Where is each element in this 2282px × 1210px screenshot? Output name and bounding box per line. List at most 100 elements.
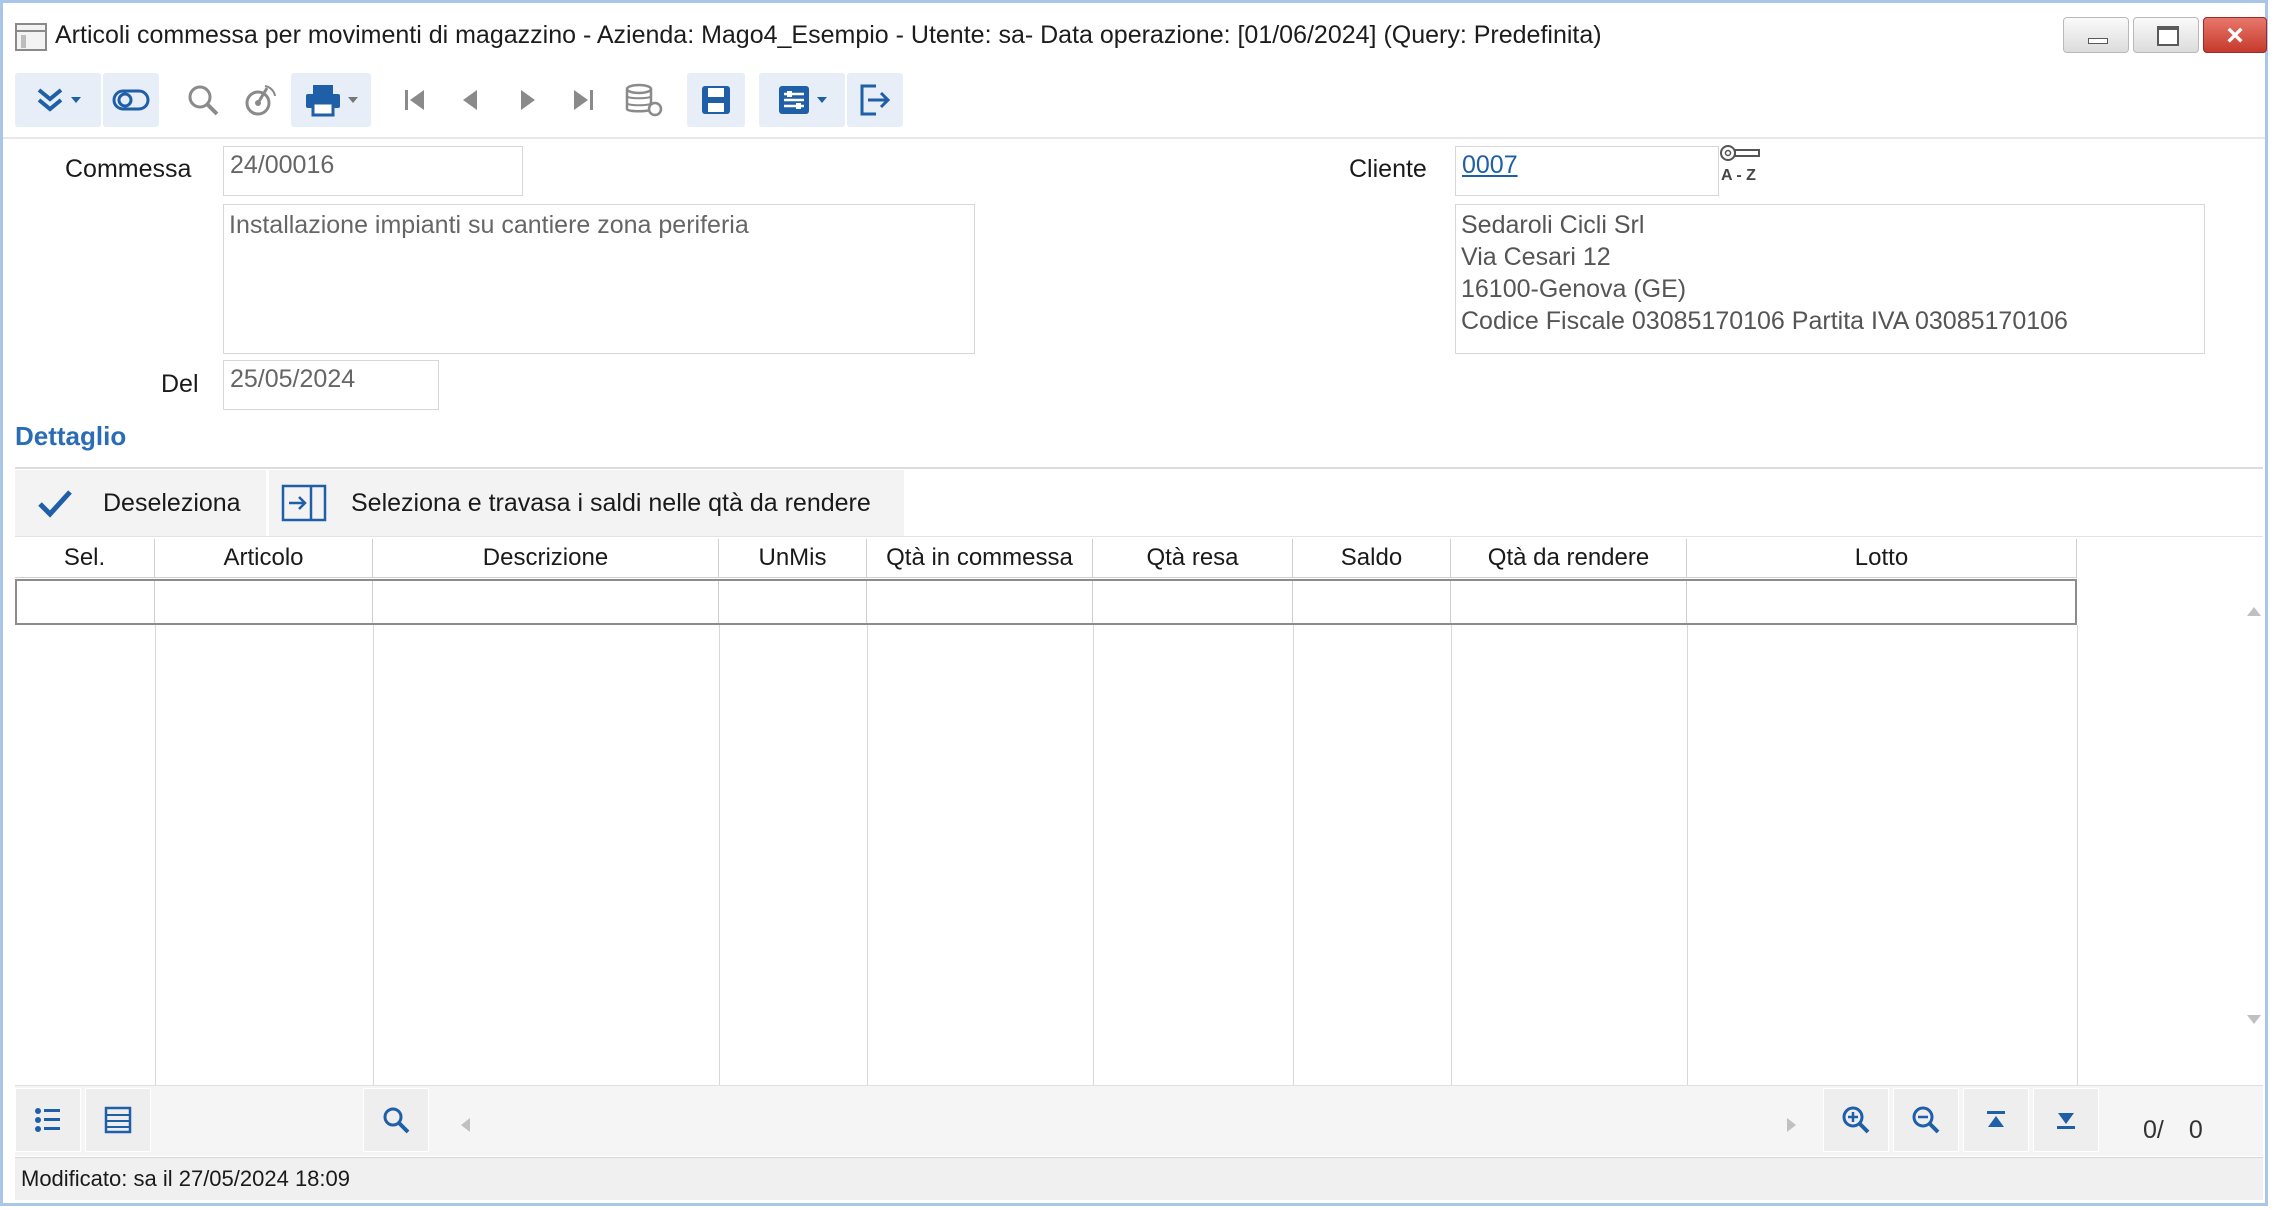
- chevron-down-icon: [348, 97, 358, 103]
- cell-lotto[interactable]: [1687, 581, 2073, 623]
- search-button[interactable]: [175, 73, 231, 127]
- column-divider: [2077, 625, 2078, 1085]
- last-record-button[interactable]: [557, 73, 609, 127]
- scroll-down-arrow[interactable]: [2247, 1015, 2261, 1024]
- main-window: Articoli commessa per movimenti di magaz…: [0, 0, 2268, 1206]
- radar-search-button[interactable]: [233, 73, 289, 127]
- list-details-button[interactable]: [15, 1088, 81, 1152]
- scroll-right-arrow[interactable]: [1787, 1118, 1796, 1132]
- zoom-in-icon: [1842, 1106, 1870, 1134]
- column-divider: [373, 625, 374, 1085]
- column-header-lotto[interactable]: Lotto: [1687, 539, 2077, 577]
- main-toolbar: [3, 67, 2265, 139]
- column-divider: [1451, 625, 1452, 1085]
- select-transfer-button[interactable]: Seleziona e travasa i saldi nelle qtà da…: [269, 470, 905, 536]
- column-header-descrizione[interactable]: Descrizione: [373, 539, 719, 577]
- column-header-qta-commessa[interactable]: Qtà in commessa: [867, 539, 1093, 577]
- column-header-qta-resa[interactable]: Qtà resa: [1093, 539, 1293, 577]
- column-divider: [1687, 625, 1688, 1085]
- go-top-button[interactable]: [1963, 1088, 2029, 1152]
- cell-qta-da-rendere[interactable]: [1451, 581, 1687, 623]
- maximize-button[interactable]: [2133, 17, 2199, 53]
- go-bottom-button[interactable]: [2033, 1088, 2099, 1152]
- next-record-button[interactable]: [501, 73, 553, 127]
- status-text: Modificato: sa il 27/05/2024 18:09: [21, 1166, 351, 1191]
- previous-record-button[interactable]: [445, 73, 497, 127]
- key-az-lookup-icon: [1720, 145, 1760, 161]
- save-button[interactable]: [687, 73, 745, 127]
- previous-record-icon: [463, 90, 477, 110]
- record-counter-total: 0: [2188, 1116, 2203, 1144]
- transfer-icon: [281, 484, 327, 522]
- cell-articolo[interactable]: [155, 581, 373, 623]
- del-label: Del: [161, 370, 199, 398]
- zoom-out-button[interactable]: [1893, 1088, 1959, 1152]
- cell-saldo[interactable]: [1293, 581, 1451, 623]
- last-record-icon: [574, 90, 593, 110]
- del-date-field[interactable]: 25/05/2024: [223, 360, 439, 410]
- print-icon: [306, 85, 340, 117]
- cliente-label: Cliente: [1349, 155, 1427, 183]
- cliente-address-box: Sedaroli Cicli Srl Via Cesari 12 16100-G…: [1455, 204, 2205, 354]
- record-counter: 0/ 0: [2143, 1116, 2203, 1145]
- cell-qta-resa[interactable]: [1093, 581, 1293, 623]
- commessa-description-field[interactable]: Installazione impianti su cantiere zona …: [223, 204, 975, 354]
- deselect-label: Deseleziona: [103, 488, 241, 517]
- table-view-button[interactable]: [85, 1088, 151, 1152]
- exit-button[interactable]: [847, 73, 903, 127]
- column-divider: [867, 625, 868, 1085]
- database-refresh-button[interactable]: [615, 73, 673, 127]
- zoom-in-button[interactable]: [1823, 1088, 1889, 1152]
- search-icon: [188, 85, 219, 116]
- options-button[interactable]: [759, 73, 845, 127]
- radar-search-icon: [245, 85, 276, 116]
- cliente-code-link[interactable]: 0007: [1462, 151, 1518, 179]
- app-window-icon: [15, 23, 47, 51]
- table-view-icon: [104, 1106, 132, 1134]
- column-divider: [155, 625, 156, 1085]
- column-header-qta-da-rendere[interactable]: Qtà da rendere: [1451, 539, 1687, 577]
- grid-footer-toolbar: 0/ 0: [15, 1085, 2263, 1156]
- table-row[interactable]: [15, 579, 2077, 625]
- go-bottom-icon: [2057, 1113, 2075, 1129]
- options-icon: [779, 86, 809, 114]
- column-divider: [1293, 625, 1294, 1085]
- chevron-down-icon: [817, 97, 827, 103]
- cell-unmis[interactable]: [719, 581, 867, 623]
- column-header-sel[interactable]: Sel.: [15, 539, 155, 577]
- column-header-articolo[interactable]: Articolo: [155, 539, 373, 577]
- column-header-unmis[interactable]: UnMis: [719, 539, 867, 577]
- column-header-saldo[interactable]: Saldo: [1293, 539, 1451, 577]
- commessa-label: Commessa: [65, 155, 192, 183]
- expand-menu-button[interactable]: [15, 73, 101, 127]
- detail-grid[interactable]: Sel. Articolo Descrizione UnMis Qtà in c…: [15, 539, 2263, 1085]
- cliente-field[interactable]: 0007: [1455, 146, 1719, 196]
- select-transfer-label: Seleziona e travasa i saldi nelle qtà da…: [351, 488, 871, 517]
- key-az-lookup-button[interactable]: A - Z: [1719, 143, 1763, 189]
- detail-section-title: Dettaglio: [15, 421, 127, 451]
- detail-action-bar: Deseleziona Seleziona e travasa i saldi …: [15, 470, 2263, 537]
- column-divider: [1093, 625, 1094, 1085]
- title-bar: Articoli commessa per movimenti di magaz…: [3, 3, 2267, 68]
- commessa-field[interactable]: 24/00016: [223, 146, 523, 196]
- toggle-button[interactable]: [103, 73, 159, 127]
- cell-sel[interactable]: [17, 581, 155, 623]
- print-button[interactable]: [291, 73, 371, 127]
- expand-chevrons-icon: [37, 88, 63, 112]
- scroll-left-arrow[interactable]: [461, 1118, 470, 1132]
- section-divider: [15, 467, 2263, 469]
- next-record-icon: [521, 90, 535, 110]
- first-record-button[interactable]: [389, 73, 441, 127]
- cliente-tax-codes: Codice Fiscale 03085170106 Partita IVA 0…: [1461, 307, 2068, 335]
- toggle-icon: [112, 89, 150, 111]
- grid-search-button[interactable]: [363, 1088, 429, 1152]
- minimize-button[interactable]: [2063, 17, 2129, 53]
- close-button[interactable]: ×: [2203, 17, 2267, 53]
- deselect-button[interactable]: Deseleziona: [15, 470, 267, 536]
- exit-icon: [860, 84, 891, 116]
- database-refresh-icon: [625, 83, 663, 117]
- cell-qta-commessa[interactable]: [867, 581, 1093, 623]
- cliente-street: Via Cesari 12: [1461, 243, 1611, 271]
- cell-descrizione[interactable]: [373, 581, 719, 623]
- scroll-up-arrow[interactable]: [2247, 607, 2261, 616]
